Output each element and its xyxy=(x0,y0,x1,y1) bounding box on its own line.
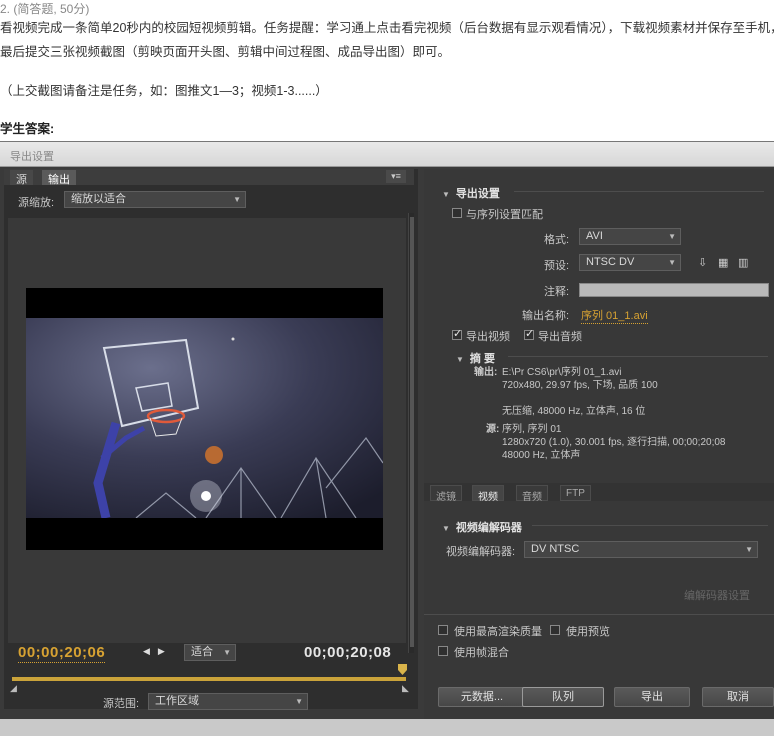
source-range-value: 工作区域 xyxy=(155,695,199,707)
question-note: （上交截图请备注是任务，如：图推文1—3；视频1-3......） xyxy=(0,84,328,98)
in-point-icon[interactable]: ◢ xyxy=(10,683,17,694)
settings-tabs: 滤镜 视频 音频 FTP xyxy=(424,483,774,503)
chevron-down-icon: ▼ xyxy=(668,258,676,267)
step-buttons: ◀▶ xyxy=(143,646,173,657)
preview-scrollbar[interactable] xyxy=(408,213,414,653)
use-previews-label: 使用预览 xyxy=(566,626,610,638)
step-forward-icon[interactable]: ▶ xyxy=(158,646,173,656)
frame-blending-checkbox[interactable] xyxy=(438,646,448,656)
export-video-label: 导出视频 xyxy=(466,331,510,343)
source-zoom-value: 缩放以适合 xyxy=(71,193,126,205)
source-zoom-label: 源缩放: xyxy=(18,197,55,209)
match-sequence-checkbox[interactable] xyxy=(452,208,462,218)
chevron-down-icon: ▼ xyxy=(223,648,231,657)
timeline-bar[interactable] xyxy=(12,677,406,681)
divider xyxy=(532,525,768,526)
divider xyxy=(508,356,768,357)
preset-label: 预设: xyxy=(544,260,570,272)
export-settings-header[interactable]: ▼ 导出设置 xyxy=(442,185,500,201)
export-settings-title: 导出设置 xyxy=(455,188,500,200)
format-label: 格式: xyxy=(544,234,570,246)
tab-audio[interactable]: 音频 xyxy=(516,485,548,503)
summary-source-label: 源: xyxy=(486,424,500,435)
disclosure-triangle-icon: ▼ xyxy=(442,524,450,533)
tab-output[interactable]: 输出 xyxy=(42,170,76,186)
summary-source-line: 1280x720 (1.0), 30.001 fps, 逐行扫描, 00;00;… xyxy=(502,437,726,448)
question-area: 2. (简答题, 50分) 看视频完成一条简单20秒内的校园短视频剪辑。任务提醒… xyxy=(0,0,774,140)
divider xyxy=(424,614,774,615)
save-preset-icon[interactable]: ⇩ xyxy=(698,256,707,269)
summary-output-line: 无压缩, 48000 Hz, 立体声, 16 位 xyxy=(502,406,646,417)
panel-menu-icon[interactable]: ▾≡ xyxy=(386,170,406,183)
queue-button[interactable]: 队列 xyxy=(522,687,604,707)
use-previews-checkbox[interactable] xyxy=(550,625,560,635)
tab-source[interactable]: 源 xyxy=(10,170,33,186)
video-codec-header[interactable]: ▼ 视频编解码器 xyxy=(442,519,522,535)
video-preview-frame xyxy=(26,288,383,550)
summary-header[interactable]: ▼ 摘 要 xyxy=(456,350,495,366)
preset-select[interactable]: NTSC DV ▼ xyxy=(579,254,681,271)
delete-preset-icon[interactable]: ▥ xyxy=(738,256,748,269)
source-range-label: 源范围: xyxy=(103,698,140,710)
cancel-button[interactable]: 取消 xyxy=(702,687,774,707)
format-select[interactable]: AVI ▼ xyxy=(579,228,681,245)
disclosure-triangle-icon: ▼ xyxy=(456,355,464,364)
fit-value: 适合 xyxy=(191,646,213,658)
disclosure-triangle-icon: ▼ xyxy=(442,190,450,199)
preset-value: NTSC DV xyxy=(586,256,635,268)
tab-video[interactable]: 视频 xyxy=(472,485,504,503)
scrollbar-thumb[interactable] xyxy=(410,217,414,647)
video-codec-value: DV NTSC xyxy=(531,543,580,555)
comment-label: 注释: xyxy=(544,286,570,298)
export-button[interactable]: 导出 xyxy=(614,687,690,707)
video-codec-label: 视频编解码器: xyxy=(446,546,516,558)
current-timecode[interactable]: 00;00;20;06 xyxy=(18,644,106,663)
taskbar-strip xyxy=(0,719,774,736)
dialog-titlebar[interactable]: 导出设置 xyxy=(0,142,774,167)
comment-input[interactable] xyxy=(579,283,769,297)
summary-source-line: 48000 Hz, 立体声 xyxy=(502,450,581,461)
source-zoom-select[interactable]: 缩放以适合 ▼ xyxy=(64,191,246,208)
chevron-down-icon: ▼ xyxy=(295,697,303,706)
summary-output-line: 720x480, 29.97 fps, 下场, 品质 100 xyxy=(502,380,658,391)
summary-title: 摘 要 xyxy=(469,353,495,365)
export-settings-dialog: 导出设置 源 输出 ▾≡ 源缩放: 缩放以适合 ▼ 00;00;20;06 ◀▶… xyxy=(0,141,774,736)
summary-source-line: 序列, 序列 01 xyxy=(502,424,562,435)
output-name-link[interactable]: 序列 01_1.avi xyxy=(581,307,648,324)
max-render-quality-label: 使用最高渲染质量 xyxy=(454,626,542,638)
question-text: 看视频完成一条简单20秒内的校园短视频剪辑。任务提醒：学习通上点击看完视频（后台… xyxy=(0,21,774,59)
max-render-quality-checkbox[interactable] xyxy=(438,625,448,635)
tab-filters[interactable]: 滤镜 xyxy=(430,485,462,503)
tab-ftp[interactable]: FTP xyxy=(560,485,591,501)
codec-settings-button[interactable]: 编解码器设置 xyxy=(684,587,750,603)
duration-timecode: 00;00;20;08 xyxy=(304,644,392,661)
frame-blending-label: 使用帧混合 xyxy=(454,647,509,659)
video-codec-select[interactable]: DV NTSC ▼ xyxy=(524,541,758,558)
match-sequence-label: 与序列设置匹配 xyxy=(466,209,543,221)
chevron-down-icon: ▼ xyxy=(668,232,676,241)
format-value: AVI xyxy=(586,230,603,242)
chevron-down-icon: ▼ xyxy=(233,195,241,204)
metadata-button[interactable]: 元数据... xyxy=(438,687,526,707)
chevron-down-icon: ▼ xyxy=(745,545,753,554)
output-name-label: 输出名称: xyxy=(522,310,570,322)
step-back-icon[interactable]: ◀ xyxy=(143,646,158,656)
export-audio-label: 导出音频 xyxy=(538,331,582,343)
answer-label: 学生答案: xyxy=(0,122,55,136)
video-codec-title: 视频编解码器 xyxy=(455,522,522,534)
dialog-title: 导出设置 xyxy=(10,151,54,163)
export-audio-checkbox[interactable] xyxy=(524,327,534,340)
out-point-icon[interactable]: ◣ xyxy=(402,683,409,694)
summary-output-label: 输出: xyxy=(474,367,498,378)
settings-panel: ▼ 导出设置 与序列设置匹配 格式: AVI ▼ 预设: NTSC DV ▼ ⇩ … xyxy=(424,169,774,736)
import-preset-icon[interactable]: ▦ xyxy=(718,256,728,269)
preview-tabs: 源 输出 ▾≡ xyxy=(4,169,414,186)
export-video-checkbox[interactable] xyxy=(452,327,462,340)
source-range-select[interactable]: 工作区域 ▼ xyxy=(148,693,308,710)
summary-output-line: E:\Pr CS6\pr\序列 01_1.avi xyxy=(502,367,622,378)
divider xyxy=(514,191,764,192)
fit-select[interactable]: 适合 ▼ xyxy=(184,644,236,661)
question-header: 2. (简答题, 50分) xyxy=(0,2,90,16)
